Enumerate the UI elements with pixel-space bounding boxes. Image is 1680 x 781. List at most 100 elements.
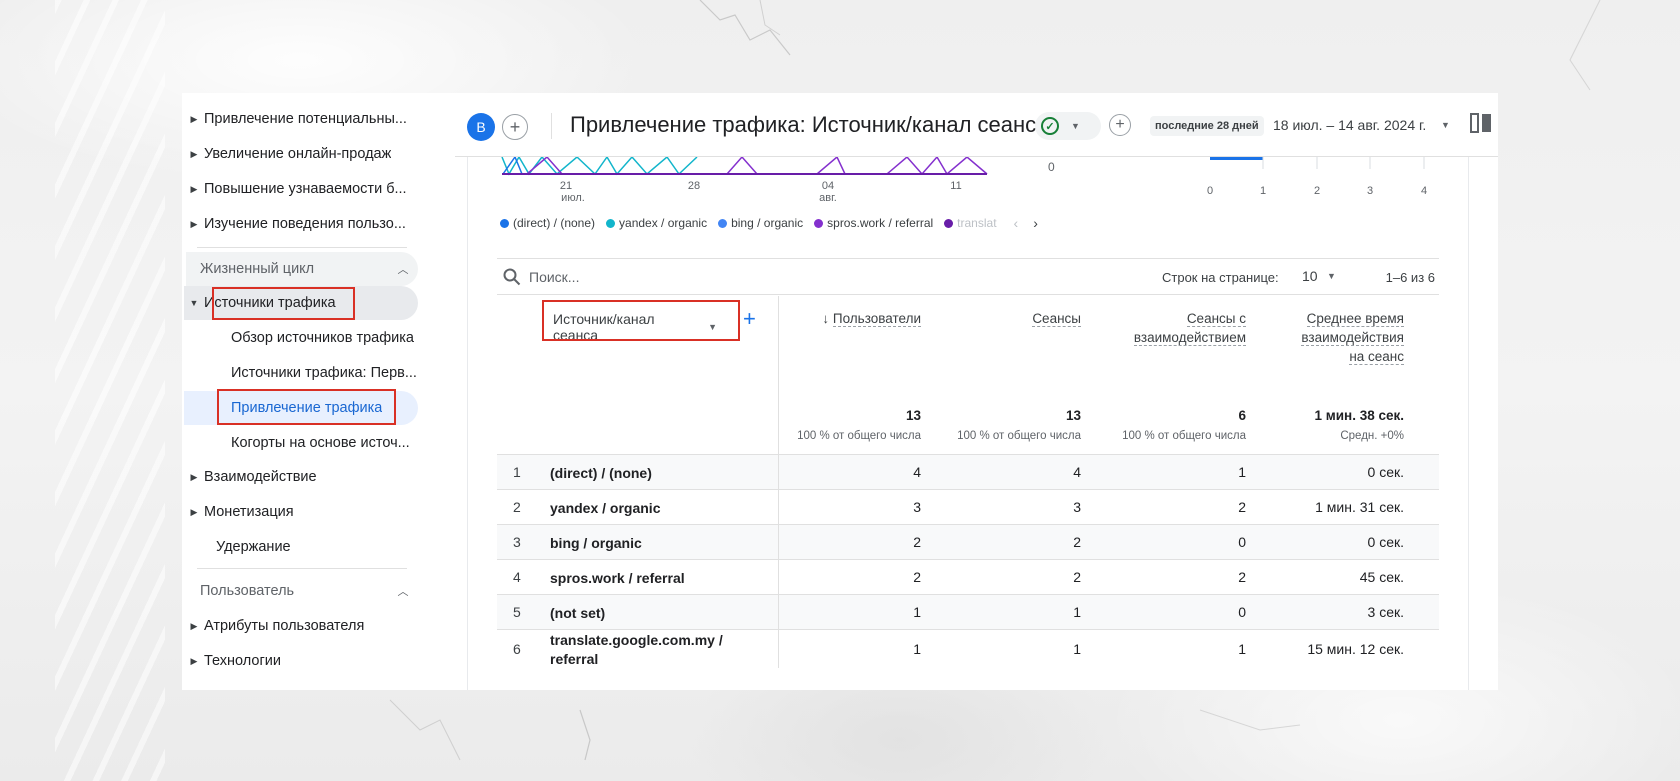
compare-columns-icon[interactable] bbox=[1470, 113, 1492, 133]
column-header-avg-engagement[interactable]: Среднее время взаимодействия на сеанс bbox=[1301, 309, 1404, 366]
sidebar-item-online-sales[interactable]: ▶ Увеличение онлайн-продаж bbox=[184, 137, 424, 171]
highlight-box bbox=[212, 287, 355, 320]
sidebar-item-user-behavior[interactable]: ▶ Изучение поведения пользо... bbox=[184, 207, 424, 241]
column-divider bbox=[778, 296, 779, 668]
divider bbox=[197, 247, 407, 248]
chart-lines bbox=[501, 155, 988, 176]
total-engaged-sub: 100 % от общего числа bbox=[1122, 430, 1246, 442]
total-users: 13 bbox=[905, 408, 921, 423]
table-row[interactable]: 1 (direct) / (none) 4 4 1 0 сек. bbox=[497, 454, 1439, 489]
x-tick-day: 28 bbox=[688, 180, 700, 192]
bar-tick: 0 bbox=[1207, 185, 1213, 197]
table-row[interactable]: 3 bing / organic 2 2 0 0 сек. bbox=[497, 524, 1439, 559]
sidebar-item-engagement[interactable]: ▶ Взаимодействие bbox=[184, 460, 424, 494]
total-users-sub: 100 % от общего числа bbox=[797, 430, 921, 442]
chevron-up-icon: ︿ bbox=[397, 264, 409, 276]
date-range[interactable]: 18 июл. – 14 авг. 2024 г. bbox=[1273, 117, 1426, 133]
x-tick-day: 11 bbox=[950, 180, 961, 192]
decor-stripes bbox=[55, 0, 165, 781]
caret-down-icon: ▼ bbox=[1071, 121, 1080, 131]
table-row[interactable]: 4 spros.work / referral 2 2 2 45 сек. bbox=[497, 559, 1439, 594]
rows-per-page-label: Строк на странице: bbox=[1162, 270, 1279, 285]
legend-prev-icon[interactable]: ‹ bbox=[1014, 215, 1019, 231]
sidebar-item-monetization[interactable]: ▶ Монетизация bbox=[184, 495, 424, 529]
table-row[interactable]: 2 yandex / organic 3 3 2 1 мин. 31 сек. bbox=[497, 489, 1439, 524]
chevron-up-icon: ︿ bbox=[397, 586, 409, 598]
sidebar-item-first-user[interactable]: Источники трафика: Перв... bbox=[231, 356, 421, 390]
column-header-sessions[interactable]: Сеансы bbox=[1032, 309, 1081, 328]
highlight-box bbox=[217, 389, 396, 425]
bar-tick: 4 bbox=[1421, 185, 1427, 197]
date-preset-badge[interactable]: последние 28 дней bbox=[1150, 116, 1264, 136]
legend-item[interactable]: spros.work / referral bbox=[814, 215, 933, 231]
chart-legend: (direct) / (none) yandex / organic bing … bbox=[500, 215, 1038, 231]
y-zero-label: 0 bbox=[1048, 160, 1055, 174]
sidebar-item-lead-gen[interactable]: ▶ Привлечение потенциальны... bbox=[184, 102, 424, 136]
bar-tick: 1 bbox=[1260, 185, 1266, 197]
table-row[interactable]: 6 translate.google.com.my / referral 1 1… bbox=[497, 629, 1439, 669]
table-row[interactable]: 5 (not set) 1 1 0 3 сек. bbox=[497, 594, 1439, 629]
legend-dot-icon bbox=[718, 218, 728, 228]
bar-tick: 3 bbox=[1367, 185, 1373, 197]
sidebar-item-traffic-overview[interactable]: Обзор источников трафика bbox=[231, 321, 421, 355]
total-sessions-sub: 100 % от общего числа bbox=[957, 430, 1081, 442]
x-tick-day: 21 bbox=[560, 180, 572, 192]
add-icon[interactable]: + bbox=[1109, 114, 1131, 136]
legend-dot-icon bbox=[944, 218, 954, 228]
legend-dot-icon bbox=[814, 218, 824, 228]
x-tick-day: 04 bbox=[822, 180, 834, 192]
bar-tick: 2 bbox=[1314, 185, 1320, 197]
table-header: Источник/канал сеанса ▼ + ↓ Пользователи… bbox=[497, 296, 1439, 454]
report-header: B + Привлечение трафика: Источник/канал … bbox=[455, 107, 1498, 157]
rows-per-page-select[interactable]: 10 bbox=[1302, 268, 1318, 284]
legend-next-icon[interactable]: › bbox=[1033, 215, 1038, 231]
table-toolbar: Строк на странице: 10 ▼ 1–6 из 6 bbox=[497, 258, 1439, 295]
avatar[interactable]: B bbox=[467, 113, 495, 141]
caret-down-icon[interactable]: ▼ bbox=[1441, 120, 1450, 130]
total-engaged: 6 bbox=[1238, 408, 1246, 423]
expand-arrow-icon: ▶ bbox=[190, 655, 198, 666]
status-dropdown[interactable]: ✓ ▼ bbox=[1035, 112, 1101, 140]
expand-arrow-icon: ▶ bbox=[190, 113, 198, 124]
pagination-info: 1–6 из 6 bbox=[1385, 270, 1435, 285]
sidebar-item-tech[interactable]: ▶ Технологии bbox=[184, 644, 424, 678]
legend-dot-icon bbox=[606, 218, 616, 228]
search-icon bbox=[503, 268, 521, 286]
legend-dot-icon bbox=[500, 218, 509, 228]
expand-arrow-icon: ▶ bbox=[190, 183, 198, 194]
sidebar-item-retention[interactable]: Удержание bbox=[216, 530, 416, 564]
total-avg-sub: Средн. +0% bbox=[1340, 430, 1404, 442]
bar bbox=[1210, 157, 1263, 160]
highlight-box bbox=[542, 300, 740, 341]
series-line-yandex bbox=[501, 155, 698, 176]
legend-item[interactable]: yandex / organic bbox=[606, 215, 707, 231]
check-circle-icon: ✓ bbox=[1041, 117, 1059, 135]
expand-arrow-icon: ▶ bbox=[190, 218, 198, 229]
x-tick-month: авг. bbox=[819, 192, 837, 204]
legend-item[interactable]: bing / organic bbox=[718, 215, 803, 231]
expand-arrow-icon: ▶ bbox=[190, 148, 198, 159]
total-sessions: 13 bbox=[1065, 408, 1081, 423]
x-axis-ticks: 21 июл. 28 04 авг. 11 bbox=[560, 180, 962, 204]
divider bbox=[197, 568, 407, 569]
page-title: Привлечение трафика: Источник/канал сеан… bbox=[570, 112, 1049, 137]
add-dimension-icon[interactable]: + bbox=[743, 308, 756, 330]
column-header-users[interactable]: ↓ Пользователи bbox=[822, 309, 921, 328]
caret-down-icon[interactable]: ▼ bbox=[1327, 271, 1336, 281]
search-input[interactable] bbox=[529, 266, 829, 288]
bar-chart: 0 1 2 3 4 bbox=[1207, 157, 1427, 197]
divider bbox=[551, 113, 552, 139]
x-tick-month: июл. bbox=[561, 192, 585, 204]
sidebar-item-brand-awareness[interactable]: ▶ Повышение узнаваемости б... bbox=[184, 172, 424, 206]
sidebar-item-user-attributes[interactable]: ▶ Атрибуты пользователя bbox=[184, 609, 424, 643]
legend-item[interactable]: (direct) / (none) bbox=[500, 215, 595, 231]
column-header-engaged-sessions[interactable]: Сеансы с взаимодействием bbox=[1133, 309, 1246, 347]
sidebar-item-cohorts[interactable]: Когорты на основе источ... bbox=[231, 426, 421, 460]
expand-arrow-icon: ▶ bbox=[190, 506, 198, 517]
section-lifecycle[interactable]: Жизненный цикл ︿ bbox=[186, 252, 418, 286]
sort-desc-icon: ↓ bbox=[822, 311, 830, 326]
add-comparison-icon[interactable]: + bbox=[502, 114, 528, 140]
collapse-arrow-icon: ▼ bbox=[189, 298, 199, 308]
section-user[interactable]: Пользователь ︿ bbox=[186, 574, 418, 608]
legend-item[interactable]: translat bbox=[944, 215, 997, 231]
